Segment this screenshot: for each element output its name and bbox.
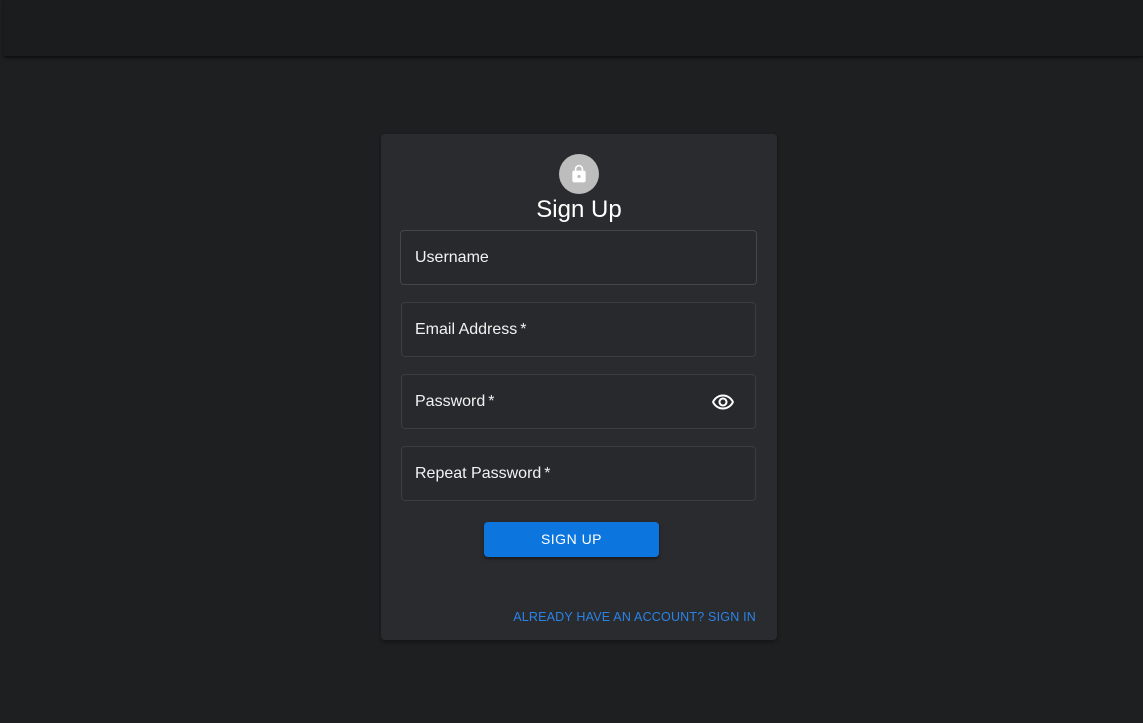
password-input[interactable]	[402, 375, 755, 428]
repeat-password-field[interactable]: Repeat Password *	[401, 446, 756, 501]
email-field[interactable]: Email Address *	[401, 302, 756, 357]
username-field[interactable]: Username	[400, 230, 757, 285]
email-input[interactable]	[402, 303, 755, 356]
page-title: Sign Up	[536, 196, 622, 223]
password-field[interactable]: Password *	[401, 374, 756, 429]
sign-in-link[interactable]: Already have an account? Sign in	[513, 610, 756, 624]
username-input[interactable]	[401, 231, 756, 284]
sign-up-button[interactable]: Sign Up	[484, 522, 659, 557]
avatar	[559, 154, 599, 194]
repeat-password-input[interactable]	[402, 447, 755, 500]
lock-icon	[569, 164, 589, 184]
eye-icon[interactable]	[711, 391, 735, 413]
top-app-bar	[4, 0, 1143, 56]
signup-card: Sign Up Username Email Address * Password…	[381, 134, 777, 640]
